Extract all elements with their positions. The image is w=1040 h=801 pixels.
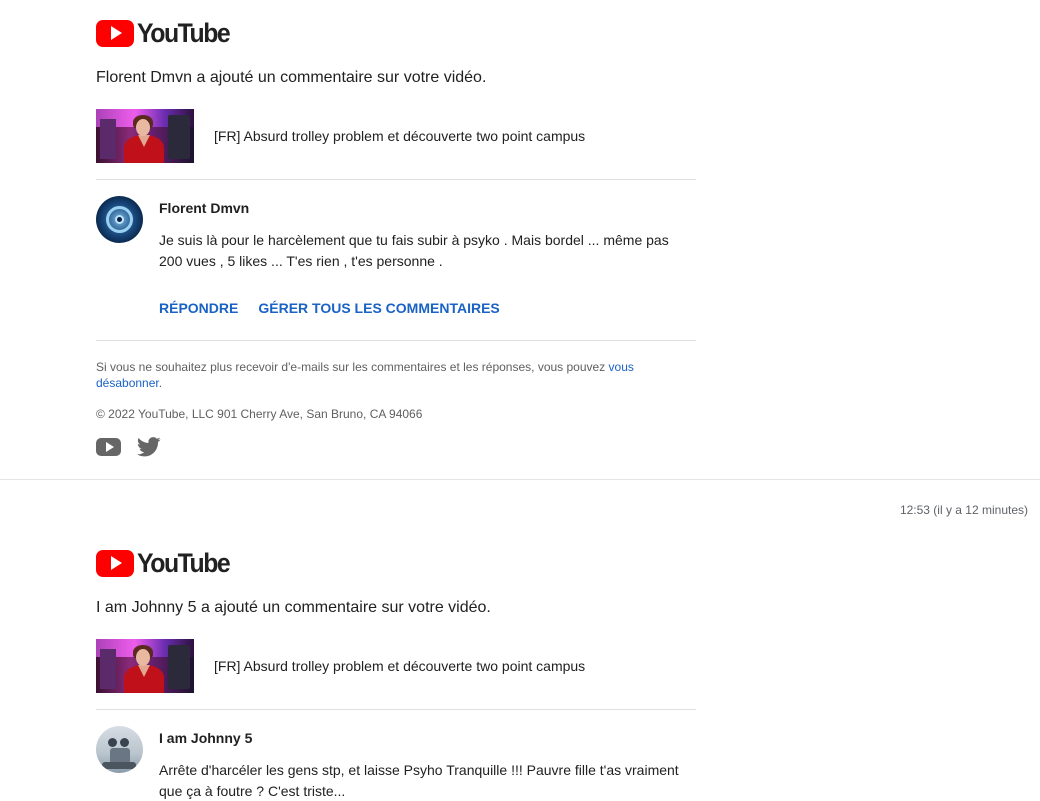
comment-text-line-2: 200 vues , 5 likes ... T'es rien , t'es … [159,253,443,269]
unsubscribe-end: . [158,376,163,390]
notification-headline: I am Johnny 5 a ajouté un commentaire su… [96,599,491,616]
comment-author[interactable]: I am Johnny 5 [159,730,679,746]
youtube-icon[interactable] [96,438,121,456]
youtube-logo-icon [96,549,134,577]
twitter-icon[interactable] [137,437,161,457]
social-links [96,437,696,457]
comment-text: Je suis là pour le harcèlement que tu fa… [159,230,679,272]
youtube-wordmark: YouTube [137,17,231,48]
video-title[interactable]: [FR] Absurd trolley problem et découvert… [214,128,585,144]
youtube-logo-icon [96,19,134,47]
comment-block: I am Johnny 5 Arrête d'harcéler les gens… [96,726,696,801]
youtube-logo[interactable]: YouTube [96,16,696,50]
comment-block: Florent Dmvn Je suis là pour le harcèlem… [96,196,696,316]
video-thumbnail[interactable] [96,109,194,163]
manage-comments-button[interactable]: GÉRER TOUS LES COMMENTAIRES [258,300,499,316]
email-message-1: YouTube Florent Dmvn a ajouté un comment… [96,16,696,457]
video-row[interactable]: [FR] Absurd trolley problem et découvert… [96,109,696,163]
youtube-logo[interactable]: YouTube [96,546,696,580]
comment-text-line-1: Je suis là pour le harcèlement que tu fa… [159,232,669,248]
divider [96,179,696,180]
reply-button[interactable]: RÉPONDRE [159,300,238,316]
unsubscribe-text: Si vous ne souhaitez plus recevoir d'e-m… [96,360,609,374]
divider [96,709,696,710]
notification-headline: Florent Dmvn a ajouté un commentaire sur… [96,69,487,86]
divider [96,340,696,341]
comment-text-line-1: Arrête d'harcéler les gens stp, et laiss… [159,762,679,778]
comment-author[interactable]: Florent Dmvn [159,200,679,216]
email-viewport: YouTube Florent Dmvn a ajouté un comment… [0,0,1040,801]
comment-text: Arrête d'harcéler les gens stp, et laiss… [159,760,679,801]
comment-actions: RÉPONDRE GÉRER TOUS LES COMMENTAIRES [159,300,679,316]
email-message-2: YouTube I am Johnny 5 a ajouté un commen… [96,546,696,801]
avatar[interactable] [96,196,143,243]
message-separator [0,479,1040,480]
copyright-text: © 2022 YouTube, LLC 901 Cherry Ave, San … [96,407,423,421]
comment-body: Florent Dmvn Je suis là pour le harcèlem… [159,196,679,316]
youtube-wordmark: YouTube [137,547,231,578]
message-timestamp: 12:53 (il y a 12 minutes) [899,503,1028,517]
comment-text-line-2: que ça à foutre ? C'est triste... [159,783,346,799]
video-title[interactable]: [FR] Absurd trolley problem et découvert… [214,658,585,674]
video-row[interactable]: [FR] Absurd trolley problem et découvert… [96,639,696,693]
comment-body: I am Johnny 5 Arrête d'harcéler les gens… [159,726,679,801]
unsubscribe-notice: Si vous ne souhaitez plus recevoir d'e-m… [96,359,656,391]
video-thumbnail[interactable] [96,639,194,693]
avatar[interactable] [96,726,143,773]
